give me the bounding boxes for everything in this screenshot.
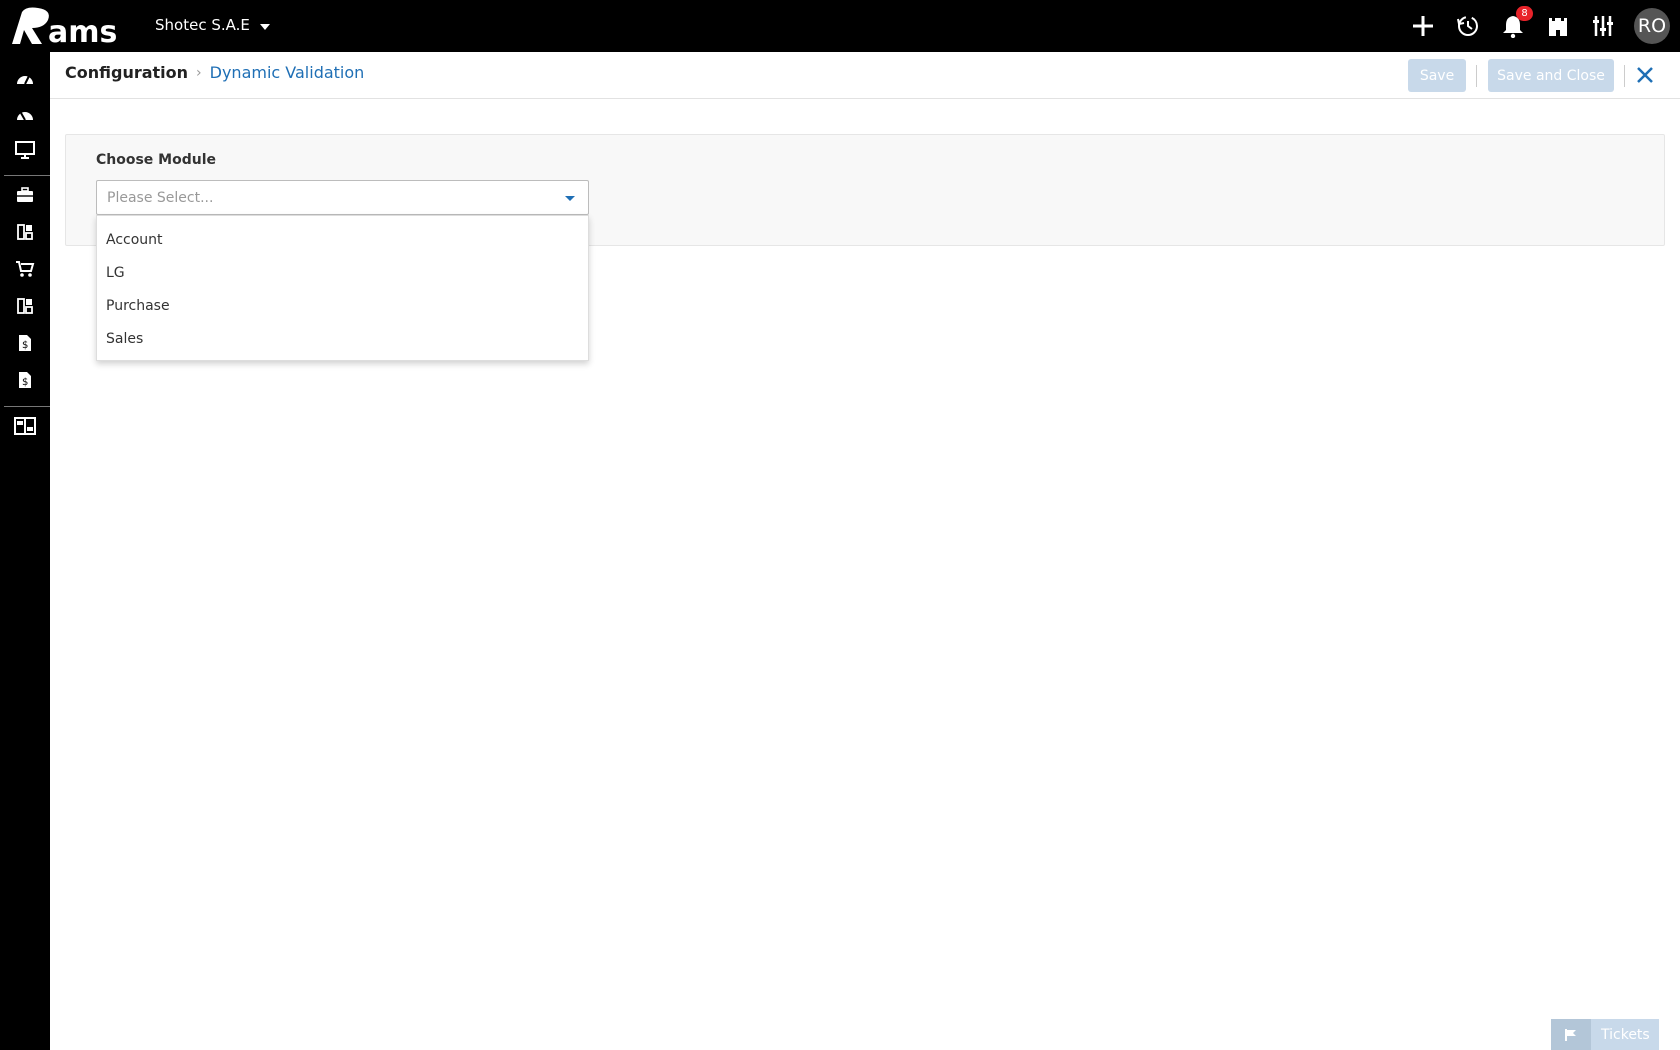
dropdown-option-lg[interactable]: LG — [97, 257, 588, 290]
module-dropdown: Account LG Purchase Sales — [96, 215, 589, 361]
svg-text:$: $ — [22, 377, 28, 388]
company-selector[interactable]: Shotec S.A.E — [155, 16, 270, 34]
save-and-close-button[interactable]: Save and Close — [1488, 59, 1614, 92]
sliders-icon[interactable] — [1589, 12, 1617, 40]
avatar-initials: RO — [1637, 15, 1667, 37]
company-name: Shotec S.A.E — [155, 16, 250, 34]
castle-icon[interactable] — [1544, 12, 1572, 40]
choose-module-label: Choose Module — [96, 152, 217, 168]
tickets-button[interactable]: Tickets — [1551, 1019, 1659, 1050]
chevron-down-icon — [565, 196, 575, 201]
dropdown-option-account[interactable]: Account — [97, 224, 588, 257]
top-navbar: ams Shotec S.A.E 8 RO — [0, 0, 1680, 52]
invoice-alt-icon[interactable]: $ — [0, 362, 50, 398]
report-icon[interactable] — [0, 408, 50, 444]
select-placeholder: Please Select... — [107, 190, 214, 206]
breadcrumb: Configuration › Dynamic Validation — [65, 63, 364, 82]
briefcase-icon[interactable] — [0, 177, 50, 213]
dashboard-alt-icon[interactable] — [0, 96, 50, 132]
close-icon[interactable] — [1634, 64, 1656, 86]
save-button[interactable]: Save — [1408, 59, 1466, 92]
plus-icon[interactable] — [1409, 12, 1437, 40]
left-sidebar: $ $ — [0, 52, 50, 1050]
header-divider — [1624, 65, 1625, 87]
top-actions: 8 RO — [1409, 0, 1670, 52]
sidebar-divider — [4, 175, 50, 176]
rams-logo[interactable]: ams — [8, 4, 134, 48]
header-divider — [1476, 65, 1477, 87]
chevron-right-icon: › — [196, 64, 202, 81]
dropdown-option-purchase[interactable]: Purchase — [97, 290, 588, 323]
grid-icon[interactable] — [0, 214, 50, 250]
avatar[interactable]: RO — [1634, 8, 1670, 44]
cart-icon[interactable] — [0, 251, 50, 287]
chevron-down-icon — [259, 24, 270, 30]
history-icon[interactable] — [1454, 12, 1482, 40]
breadcrumb-root[interactable]: Configuration — [65, 63, 188, 82]
module-select[interactable]: Please Select... — [96, 180, 589, 215]
invoice-icon[interactable]: $ — [0, 325, 50, 361]
dashboard-icon[interactable] — [0, 60, 50, 96]
svg-text:ams: ams — [48, 15, 117, 48]
breadcrumb-current[interactable]: Dynamic Validation — [210, 63, 365, 82]
page-header: Configuration › Dynamic Validation Save … — [50, 52, 1680, 99]
grid-alt-icon[interactable] — [0, 288, 50, 324]
monitor-icon[interactable] — [0, 132, 50, 168]
sidebar-divider — [4, 406, 50, 407]
svg-text:$: $ — [22, 340, 28, 351]
tickets-label: Tickets — [1601, 1026, 1650, 1043]
flag-icon — [1551, 1019, 1591, 1050]
dropdown-option-sales[interactable]: Sales — [97, 323, 588, 356]
notification-badge: 8 — [1516, 6, 1533, 21]
logo-mark: ams — [12, 7, 117, 48]
bell-icon[interactable]: 8 — [1499, 6, 1533, 40]
